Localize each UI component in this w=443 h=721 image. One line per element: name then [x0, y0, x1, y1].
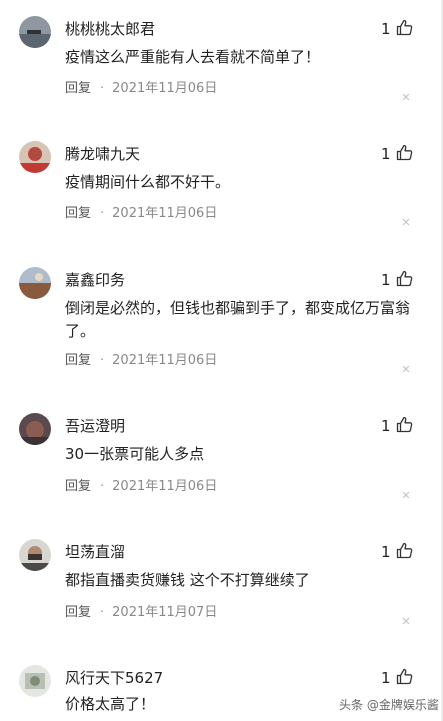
like-count: 1 [381, 145, 391, 163]
like-count: 1 [381, 669, 391, 687]
comment-meta: 回复 · 2021年11月06日 [65, 206, 217, 222]
comment-text: 疫情期间什么都不好干。 [65, 173, 231, 191]
reply-button[interactable]: 回复 [65, 479, 91, 494]
close-icon[interactable] [402, 610, 410, 625]
thumbs-up-icon[interactable] [396, 416, 413, 433]
username[interactable]: 腾龙啸九天 [65, 145, 140, 163]
comment-text: 都指直播卖货赚钱 这个不打算继续了 [65, 571, 310, 589]
like-count: 1 [381, 543, 391, 561]
comment-text: 30一张票可能人多点 [65, 445, 205, 463]
comment-date: 2021年11月06日 [112, 479, 218, 494]
reply-button[interactable]: 回复 [65, 81, 91, 96]
comment-meta: 回复 · 2021年11月06日 [65, 353, 217, 369]
separator-dot: · [100, 605, 105, 620]
thumbs-up-icon[interactable] [396, 144, 413, 161]
reply-button[interactable]: 回复 [65, 353, 91, 368]
username[interactable]: 吾运澄明 [65, 417, 125, 435]
close-icon[interactable] [402, 484, 410, 499]
separator-dot: · [100, 479, 105, 494]
comment-date: 2021年11月06日 [112, 81, 218, 96]
comment-text: 倒闭是必然的，但钱也都骗到手了，都变成亿万富翁了。 [65, 299, 411, 340]
like-count: 1 [381, 271, 391, 289]
like-count: 1 [381, 20, 391, 38]
reply-button[interactable]: 回复 [65, 206, 91, 221]
username[interactable]: 桃桃桃太郎君 [65, 20, 155, 38]
username[interactable]: 风行天下5627 [65, 669, 163, 687]
username[interactable]: 嘉鑫印务 [65, 271, 125, 289]
separator-dot: · [100, 206, 105, 221]
watermark: 头条 @金牌娱乐酱 [339, 698, 439, 712]
like-count: 1 [381, 417, 391, 435]
thumbs-up-icon[interactable] [396, 19, 413, 36]
close-icon[interactable] [402, 358, 410, 373]
avatar[interactable] [19, 665, 51, 697]
comment-date: 2021年11月07日 [112, 605, 218, 620]
comment-meta: 回复 · 2021年11月06日 [65, 479, 217, 495]
separator-dot: · [100, 81, 105, 96]
comment-text: 疫情这么严重能有人去看就不简单了！ [65, 48, 321, 66]
comment-meta: 回复 · 2021年11月07日 [65, 605, 217, 621]
avatar[interactable] [19, 267, 51, 299]
reply-button[interactable]: 回复 [65, 605, 91, 620]
avatar[interactable] [19, 16, 51, 48]
avatar[interactable] [19, 539, 51, 571]
thumbs-up-icon[interactable] [396, 668, 413, 685]
avatar[interactable] [19, 141, 51, 173]
separator-dot: · [100, 353, 105, 368]
comment-meta: 回复 · 2021年11月06日 [65, 81, 217, 97]
username[interactable]: 坦荡直溜 [65, 543, 125, 561]
comment-date: 2021年11月06日 [112, 206, 218, 221]
thumbs-up-icon[interactable] [396, 542, 413, 559]
close-icon[interactable] [402, 86, 410, 101]
close-icon[interactable] [402, 211, 410, 226]
thumbs-up-icon[interactable] [396, 270, 413, 287]
avatar[interactable] [19, 413, 51, 445]
comment-date: 2021年11月06日 [112, 353, 218, 368]
